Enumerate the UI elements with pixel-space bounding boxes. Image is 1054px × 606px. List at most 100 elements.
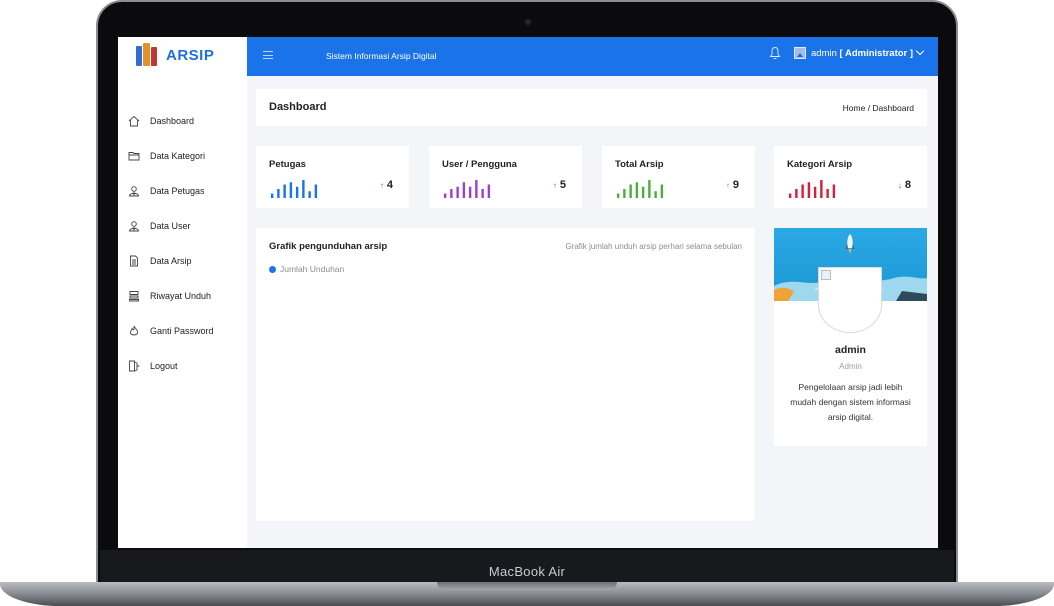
arrow-up-icon: ↑ bbox=[552, 180, 557, 190]
sparkline-bar bbox=[314, 184, 318, 198]
brand-name: ARSIP bbox=[166, 46, 215, 64]
sidebar-item-ganti-password[interactable]: Ganti Password bbox=[118, 313, 247, 348]
page-header: Dashboard Home / Dashboard bbox=[256, 89, 927, 126]
sparkline-bar bbox=[481, 189, 484, 198]
sidebar-item-label: Data Kategori bbox=[150, 150, 206, 161]
download-chart-panel: Grafik pengunduhan arsip Grafik jumlah u… bbox=[256, 228, 755, 521]
sparkline-bar bbox=[820, 180, 823, 198]
topbar: Sistem Informasi Arsip Digital admin [ A… bbox=[247, 37, 938, 76]
sparkline-bar bbox=[475, 180, 478, 198]
app-screen: ARSIP Dashboard Data Kategori Data Petug… bbox=[118, 37, 938, 548]
sparkline-bar bbox=[635, 182, 639, 198]
archive-box-icon bbox=[128, 290, 140, 302]
arrow-down-icon: ↓ bbox=[897, 180, 902, 190]
folder-icon bbox=[128, 150, 140, 162]
laptop-notch bbox=[437, 582, 617, 590]
sidebar-item-data-petugas[interactable]: Data Petugas bbox=[118, 173, 247, 208]
profile-name: admin bbox=[835, 344, 866, 356]
books-logo-icon bbox=[136, 43, 158, 67]
sparkline-bar bbox=[450, 189, 453, 198]
arrow-up-icon: ↑ bbox=[379, 180, 384, 190]
home-icon bbox=[128, 115, 140, 127]
sidebar-item-label: Riwayat Unduh bbox=[150, 290, 212, 301]
stat-title: Kategori Arsip bbox=[787, 159, 853, 170]
sparkline-bar bbox=[302, 180, 305, 198]
sparkline bbox=[270, 180, 318, 198]
stat-value: ↑ 5 bbox=[552, 179, 566, 191]
legend-label: Jumlah Unduhan bbox=[280, 264, 345, 274]
sparkline-bar bbox=[641, 186, 645, 198]
camera-icon bbox=[525, 19, 531, 25]
sparkline-bar bbox=[795, 189, 798, 198]
sidebar-nav: Dashboard Data Kategori Data Petugas Dat… bbox=[118, 103, 247, 383]
broken-image-icon bbox=[821, 270, 831, 280]
document-icon bbox=[128, 255, 140, 267]
profile-card: admin Admin Pengelolaan arsip jadi lebih… bbox=[774, 228, 927, 446]
profile-role: Admin bbox=[839, 362, 862, 371]
stat-card-kategori-arsip: Kategori Arsip ↓ 8 bbox=[774, 146, 927, 208]
sparkline-bar bbox=[629, 184, 632, 198]
sparkline-bar bbox=[462, 182, 466, 198]
sparkline-bar bbox=[289, 182, 293, 198]
sparkline bbox=[443, 180, 491, 198]
chevron-down-icon bbox=[915, 46, 925, 56]
sparkline-bar bbox=[813, 186, 817, 198]
page-title: Dashboard bbox=[269, 101, 327, 113]
sidebar-item-label: Dashboard bbox=[150, 115, 195, 126]
sparkline-bar bbox=[623, 189, 626, 198]
profile-description: Pengelolaan arsip jadi lebih mudah denga… bbox=[790, 382, 911, 422]
user-tie-icon bbox=[128, 220, 140, 232]
user-menu[interactable]: admin [ Administrator ] bbox=[794, 46, 925, 59]
stat-value: ↑ 4 bbox=[379, 179, 393, 191]
sparkline-bar bbox=[487, 184, 491, 198]
sparkline-bar bbox=[283, 184, 286, 198]
sidebar: ARSIP Dashboard Data Kategori Data Petug… bbox=[118, 37, 247, 548]
sidebar-item-label: Ganti Password bbox=[150, 325, 214, 336]
chart-legend[interactable]: Jumlah Unduhan bbox=[269, 264, 344, 274]
stat-card-user: User / Pengguna ↑ 5 bbox=[429, 146, 582, 208]
sidebar-item-data-user[interactable]: Data User bbox=[118, 208, 247, 243]
sparkline-bar bbox=[801, 184, 804, 198]
sparkline-bar bbox=[788, 193, 792, 198]
sparkline-bar bbox=[826, 189, 829, 198]
stat-card-total-arsip: Total Arsip ↑ 9 bbox=[602, 146, 755, 208]
sparkline-bar bbox=[654, 191, 657, 198]
user-tie-icon bbox=[128, 185, 140, 197]
breadcrumb: Home / Dashboard bbox=[842, 103, 914, 113]
bell-icon[interactable] bbox=[769, 46, 781, 60]
sparkline-bar bbox=[456, 186, 459, 198]
sidebar-item-label: Data User bbox=[150, 220, 191, 231]
sparkline-bar bbox=[807, 182, 811, 198]
arrow-up-icon: ↑ bbox=[725, 180, 730, 190]
sidebar-item-logout[interactable]: Logout bbox=[118, 348, 247, 383]
sparkline bbox=[788, 180, 836, 198]
sidebar-item-label: Data Arsip bbox=[150, 255, 192, 266]
sparkline-bar bbox=[616, 193, 620, 198]
stat-card-petugas: Petugas ↑ 4 bbox=[256, 146, 409, 208]
stat-value: ↑ 9 bbox=[725, 179, 739, 191]
sidebar-item-riwayat-unduh[interactable]: Riwayat Unduh bbox=[118, 278, 247, 313]
sidebar-item-data-arsip[interactable]: Data Arsip bbox=[118, 243, 247, 278]
sparkline-bar bbox=[832, 184, 836, 198]
sparkline-bar bbox=[443, 193, 447, 198]
brand[interactable]: ARSIP bbox=[136, 41, 214, 69]
sparkline-bar bbox=[468, 186, 472, 198]
avatar bbox=[794, 47, 806, 59]
stat-value: ↓ 8 bbox=[897, 179, 911, 191]
sparkline-bar bbox=[277, 189, 280, 198]
user-name: admin [ Administrator ] bbox=[811, 47, 914, 59]
sparkline bbox=[616, 180, 664, 198]
avatar[interactable] bbox=[818, 267, 882, 333]
hamburger-menu-icon[interactable] bbox=[263, 51, 273, 59]
sidebar-item-dashboard[interactable]: Dashboard bbox=[118, 103, 247, 138]
stat-title: User / Pengguna bbox=[442, 159, 517, 170]
device-label: MacBook Air bbox=[488, 564, 566, 579]
stat-title: Total Arsip bbox=[615, 159, 664, 170]
door-exit-icon bbox=[128, 360, 140, 372]
sidebar-item-label: Logout bbox=[150, 360, 178, 371]
stat-title: Petugas bbox=[269, 159, 306, 170]
sparkline-bar bbox=[270, 193, 274, 198]
flame-icon bbox=[128, 325, 140, 337]
sidebar-item-data-kategori[interactable]: Data Kategori bbox=[118, 138, 247, 173]
sparkline-bar bbox=[295, 186, 299, 198]
